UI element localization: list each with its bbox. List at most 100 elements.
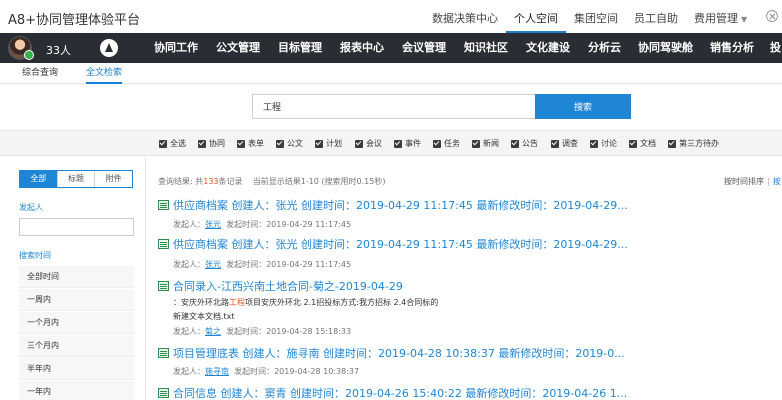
sort-by-time-link[interactable]: 按时间排序 bbox=[724, 177, 764, 186]
checkbox-checked-icon[interactable] bbox=[237, 139, 245, 148]
top-nav-item-group-space[interactable]: 集团空间 bbox=[566, 0, 626, 33]
main-nav-item-knowledge-community[interactable]: 知识社区 bbox=[464, 33, 508, 63]
checkbox-checked-icon[interactable] bbox=[394, 139, 402, 148]
main-nav-item-report-center[interactable]: 报表中心 bbox=[340, 33, 384, 63]
filter-news[interactable]: 新闻 bbox=[472, 138, 499, 149]
main-nav-item-sales-analysis[interactable]: 销售分析 bbox=[710, 33, 754, 63]
initiator-link[interactable]: 施寻南 bbox=[205, 367, 229, 376]
snippet-text: ：安庆外环北路 bbox=[173, 298, 229, 307]
main-nav-item-more[interactable]: 投 bbox=[770, 33, 781, 63]
filter-third-party-todo[interactable]: 第三方待办 bbox=[668, 138, 719, 149]
filter-survey[interactable]: 调查 bbox=[551, 138, 578, 149]
filter-label: 讨论 bbox=[601, 139, 617, 148]
filter-label: 文档 bbox=[640, 139, 656, 148]
initiator-link[interactable]: 菊之 bbox=[205, 327, 221, 336]
result-title[interactable]: 合同录入-江西兴南土地合同-菊之-2019-04-29 bbox=[158, 278, 403, 294]
top-nav-label: 数据决策中心 bbox=[432, 12, 498, 25]
top-nav-item-employee-self-service[interactable]: 员工自助 bbox=[626, 0, 686, 33]
filter-discussion[interactable]: 讨论 bbox=[590, 138, 617, 149]
time-option-all[interactable]: 全部时间 bbox=[19, 266, 134, 288]
meta-label: 发起人： bbox=[173, 260, 205, 269]
filter-label: 新闻 bbox=[483, 139, 499, 148]
close-icon[interactable] bbox=[766, 10, 778, 22]
result-meta: 发起人：张光 发起时间：2019-04-29 11:17:45 bbox=[173, 219, 351, 230]
main-nav-item-collaboration[interactable]: 协同工作 bbox=[154, 33, 198, 63]
filter-label: 协同 bbox=[209, 139, 225, 148]
result-title-text[interactable]: 合同信息 创建人：窦青 创建时间：2019-04-26 15:40:22 最新修… bbox=[173, 385, 627, 400]
result-title-text[interactable]: 供应商档案 创建人：张光 创建时间：2019-04-29 11:17:45 最新… bbox=[173, 197, 628, 213]
meta-label: 发起人： bbox=[173, 327, 205, 336]
filter-official-document[interactable]: 公文 bbox=[276, 138, 303, 149]
scope-attachment-button[interactable]: 附件 bbox=[94, 171, 133, 187]
scope-title-button[interactable]: 标题 bbox=[56, 171, 95, 187]
search-time-label: 搜索时间 bbox=[19, 251, 51, 260]
checkbox-checked-icon[interactable] bbox=[433, 139, 441, 148]
tab-combined-query[interactable]: 综合查询 bbox=[22, 63, 58, 84]
initiator-link[interactable]: 张光 bbox=[205, 260, 221, 269]
checkbox-checked-icon[interactable] bbox=[355, 139, 363, 148]
checkbox-checked-icon[interactable] bbox=[472, 139, 480, 148]
logo-icon[interactable] bbox=[100, 39, 118, 57]
filter-plan[interactable]: 计划 bbox=[315, 138, 342, 149]
checkbox-checked-icon[interactable] bbox=[159, 139, 167, 148]
result-title[interactable]: 合同信息 创建人：窦青 创建时间：2019-04-26 15:40:22 最新修… bbox=[158, 385, 627, 400]
filter-label: 调查 bbox=[562, 139, 578, 148]
main-nav: 33人 协同工作 公文管理 目标管理 报表中心 会议管理 知识社区 文化建设 分… bbox=[0, 33, 782, 63]
scope-all-button[interactable]: 全部 bbox=[20, 171, 57, 187]
time-option-one-week[interactable]: 一周内 bbox=[19, 289, 134, 311]
filter-meeting[interactable]: 会议 bbox=[355, 138, 382, 149]
time-option-three-months[interactable]: 三个月内 bbox=[19, 335, 134, 357]
initiator-input[interactable] bbox=[19, 218, 134, 236]
results-summary: 查询结果: 共133条记录 当前显示结果1-10 (搜索用时0.15秒) bbox=[158, 176, 385, 187]
form-doc-icon bbox=[158, 200, 169, 210]
filter-event[interactable]: 事件 bbox=[394, 138, 421, 149]
main-nav-item-analytics-cloud[interactable]: 分析云 bbox=[588, 33, 621, 63]
checkbox-checked-icon[interactable] bbox=[198, 139, 206, 148]
filter-select-all[interactable]: 全选 bbox=[159, 138, 186, 149]
top-nav-item-personal-space[interactable]: 个人空间 bbox=[506, 0, 566, 33]
top-nav-label: 员工自助 bbox=[634, 12, 678, 25]
top-nav-item-expense-management[interactable]: 费用管理 ▼ bbox=[686, 0, 755, 33]
main-nav-item-meeting-management[interactable]: 会议管理 bbox=[402, 33, 446, 63]
checkbox-checked-icon[interactable] bbox=[551, 139, 559, 148]
main-nav-item-culture[interactable]: 文化建设 bbox=[526, 33, 570, 63]
filter-collaboration[interactable]: 协同 bbox=[198, 138, 225, 149]
result-title-text[interactable]: 合同录入-江西兴南土地合同-菊之-2019-04-29 bbox=[173, 278, 403, 294]
search-button[interactable]: 搜索 bbox=[535, 94, 631, 119]
checkbox-checked-icon[interactable] bbox=[629, 139, 637, 148]
checkbox-checked-icon[interactable] bbox=[590, 139, 598, 148]
time-option-one-month[interactable]: 一个月内 bbox=[19, 312, 134, 334]
online-status-icon bbox=[24, 50, 34, 60]
filter-form[interactable]: 表单 bbox=[237, 138, 264, 149]
attachment-name: 新建文本文档.txt bbox=[173, 312, 235, 321]
result-title[interactable]: 供应商档案 创建人：张光 创建时间：2019-04-29 11:17:45 最新… bbox=[158, 197, 628, 213]
main-nav-item-goal-management[interactable]: 目标管理 bbox=[278, 33, 322, 63]
main-nav-item-cockpit[interactable]: 协同驾驶舱 bbox=[638, 33, 693, 63]
top-nav-label: 个人空间 bbox=[514, 12, 558, 25]
result-snippet: ：安庆外环北路工程项目安庆外环北 2.1招投标方式:我方招标 2.4合同标的 bbox=[173, 297, 438, 308]
initiator-link[interactable]: 张光 bbox=[205, 220, 221, 229]
time-option-half-year[interactable]: 半年内 bbox=[19, 358, 134, 380]
result-title-text[interactable]: 项目管理底表 创建人：施寻南 创建时间：2019-04-28 10:38:37 … bbox=[173, 345, 625, 361]
tab-full-text-search[interactable]: 全文检索 bbox=[86, 63, 123, 84]
result-title[interactable]: 供应商档案 创建人：张光 创建时间：2019-04-29 11:17:45 最新… bbox=[158, 236, 628, 252]
filter-announcement[interactable]: 公告 bbox=[511, 138, 538, 149]
top-nav-item-data-center[interactable]: 数据决策中心 bbox=[424, 0, 506, 33]
meta-label: 发起人： bbox=[173, 220, 205, 229]
checkbox-checked-icon[interactable] bbox=[276, 139, 284, 148]
filter-label: 表单 bbox=[248, 139, 264, 148]
checkbox-checked-icon[interactable] bbox=[668, 139, 676, 148]
result-title-text[interactable]: 供应商档案 创建人：张光 创建时间：2019-04-29 11:17:45 最新… bbox=[173, 236, 628, 252]
filter-document[interactable]: 文档 bbox=[629, 138, 656, 149]
checkbox-checked-icon[interactable] bbox=[315, 139, 323, 148]
search-input[interactable] bbox=[252, 94, 536, 119]
time-option-one-year[interactable]: 一年内 bbox=[19, 381, 134, 400]
filter-task[interactable]: 任务 bbox=[433, 138, 460, 149]
online-user-count[interactable]: 33人 bbox=[46, 42, 71, 58]
filter-label: 公告 bbox=[522, 139, 538, 148]
checkbox-checked-icon[interactable] bbox=[511, 139, 519, 148]
sort-by-other-link[interactable]: 按 bbox=[773, 177, 781, 186]
main-nav-item-document-management[interactable]: 公文管理 bbox=[216, 33, 260, 63]
result-meta: 发起人：菊之 发起时间：2019-04-28 15:18:33 bbox=[173, 326, 351, 337]
result-title[interactable]: 项目管理底表 创建人：施寻南 创建时间：2019-04-28 10:38:37 … bbox=[158, 345, 625, 361]
